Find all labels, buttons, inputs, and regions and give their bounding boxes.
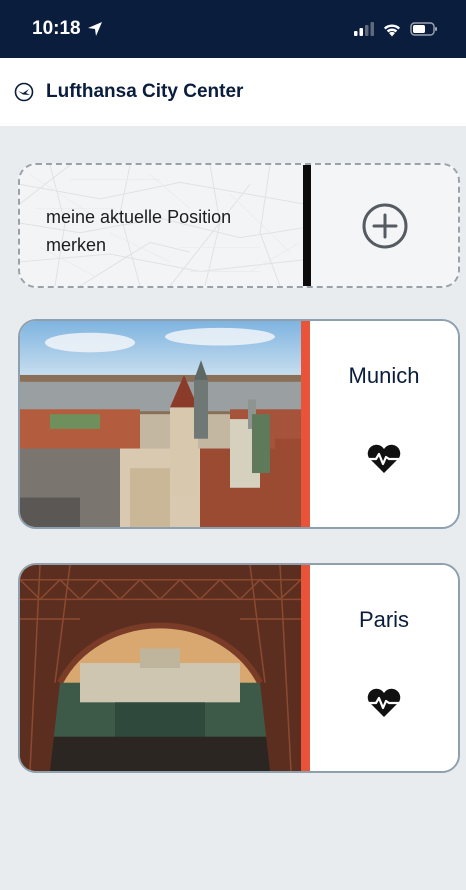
add-location-card[interactable]: meine aktuelle Position merken bbox=[18, 163, 460, 288]
add-location-label: meine aktuelle Position merken bbox=[46, 207, 232, 255]
city-name-paris: Paris bbox=[358, 607, 410, 632]
paris-accent-bar bbox=[301, 565, 310, 771]
munich-accent-bar bbox=[301, 321, 310, 527]
city-card-munich[interactable]: Munich bbox=[18, 319, 460, 529]
paris-info-panel: Paris bbox=[310, 565, 458, 771]
heart-pulse-icon bbox=[367, 688, 401, 717]
lufthansa-crane-icon bbox=[14, 82, 34, 102]
app-header: Lufthansa City Center bbox=[0, 58, 466, 126]
wifi-icon bbox=[384, 23, 400, 36]
add-location-button[interactable] bbox=[311, 165, 458, 286]
city-name-munich: Munich bbox=[348, 363, 420, 388]
favorite-button-paris[interactable] bbox=[363, 683, 405, 723]
favorite-button-munich[interactable] bbox=[363, 439, 405, 479]
add-card-divider bbox=[303, 165, 311, 286]
city-card-paris[interactable]: Paris bbox=[18, 563, 460, 773]
location-arrow-icon bbox=[87, 22, 102, 36]
signal-icon bbox=[354, 22, 374, 36]
status-time: 10:18 bbox=[32, 18, 81, 39]
add-circle-icon bbox=[362, 203, 407, 248]
status-bar: 10:18 bbox=[0, 0, 466, 58]
status-icons bbox=[354, 22, 438, 37]
paris-photo bbox=[20, 565, 301, 771]
app-title: Lufthansa City Center bbox=[46, 81, 244, 102]
munich-photo bbox=[20, 321, 301, 527]
munich-info-panel: Munich bbox=[310, 321, 458, 527]
status-time-group: 10:18 bbox=[32, 18, 103, 40]
battery-icon bbox=[410, 22, 437, 36]
heart-pulse-icon bbox=[367, 444, 401, 473]
